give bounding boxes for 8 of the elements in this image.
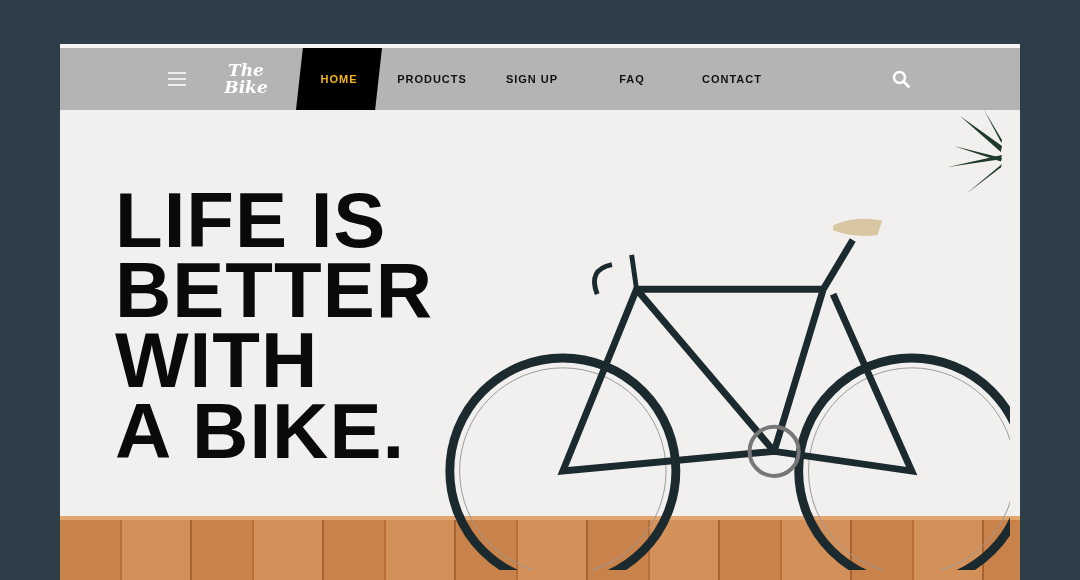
search-icon[interactable] — [892, 70, 910, 88]
nav-link[interactable]: SIGN UP — [482, 48, 582, 110]
headline: LIFE IS BETTER WITH A BIKE. — [115, 185, 433, 466]
nav-link[interactable]: HOME — [296, 48, 382, 110]
nav-link[interactable]: CONTACT — [682, 48, 782, 110]
nav-link[interactable]: FAQ — [582, 48, 682, 110]
nav-link[interactable]: PRODUCTS — [382, 48, 482, 110]
menu-icon[interactable] — [168, 72, 186, 86]
